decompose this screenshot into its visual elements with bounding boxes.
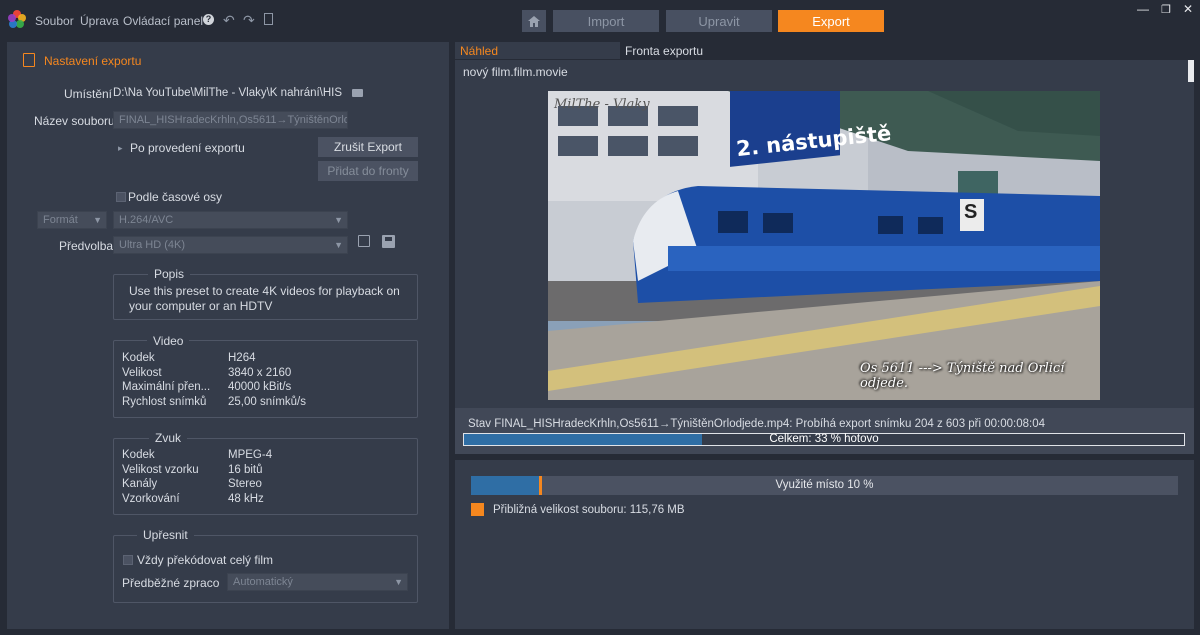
home-icon [528,15,540,27]
video-row: Kodek H264 [122,351,412,366]
timeline-checkbox[interactable] [116,192,126,202]
format-select[interactable]: Formát ▼ [37,211,107,229]
expand-arrow-icon[interactable]: ▸ [118,143,123,154]
format-label: Formát [43,214,78,226]
description-title: Popis [148,267,191,281]
row-key: Kodek [122,352,155,364]
video-row: Maximální přen... 40000 kBit/s [122,380,412,395]
row-value: MPEG-4 [228,449,273,461]
row-value: 25,00 snímků/s [228,395,306,408]
description-text: Use this preset to create 4K videos for … [129,284,400,313]
status-area [455,408,1194,454]
row-value: Stereo [228,478,262,490]
video-row: Velikost 3840 x 2160 [122,366,412,381]
prerender-select[interactable]: Automatický ▼ [227,573,408,591]
document-icon[interactable] [264,13,273,25]
video-table: Kodek H264 Velikost 3840 x 2160 Maximální … [122,351,412,409]
add-to-queue-button[interactable]: Přidat do fronty [318,161,418,181]
audio-table: Kodek MPEG-4 Velikost vzorku 16 bitů Kanál… [122,448,412,506]
tab-export-queue[interactable]: Fronta exportu [620,42,1194,59]
menu-file[interactable]: Soubor [35,14,74,28]
row-key: Kanály [122,478,158,490]
disk-space-bar: Využité místo 10 % [471,476,1178,495]
audio-row: Kanály Stereo [122,477,412,492]
format-value: H.264/AVC [119,214,174,226]
menu-edit[interactable]: Úprava [80,14,119,28]
chevron-down-icon: ▼ [334,215,343,225]
overall-progress-label: Celkem: 33 % hotovo [769,433,879,445]
help-icon[interactable]: ? [203,14,214,25]
location-label: Umístění [64,87,113,101]
format-value-select[interactable]: H.264/AVC ▼ [113,211,348,229]
file-size-label: Přibližná velikost souboru: 115,76 MB [493,504,685,516]
row-value: 48 kHz [228,492,264,505]
section-title: Nastavení exportu [44,54,142,68]
app-logo-icon [7,9,27,29]
filename-label: Název souboru [34,114,115,128]
video-preview-frame: MilThe - Vlaky 2. nástupiště S Os 5611 -… [548,91,1100,400]
edit-button[interactable]: Upravit [666,10,772,32]
cancel-export-button[interactable]: Zrušit Export [318,137,418,157]
chevron-down-icon: ▼ [394,577,403,587]
refine-box [113,535,418,603]
menu-control-panel[interactable]: Ovládací panel [123,14,203,28]
project-name: nový film.film.movie [463,65,568,79]
row-key: Velikost [122,366,162,379]
home-button[interactable] [522,10,546,32]
folder-icon[interactable] [352,89,363,97]
settings-doc-icon [23,53,35,67]
location-value: D:\Na YouTube\MilThe - Vlaky\K nahrání\H… [113,87,343,99]
chevron-down-icon: ▼ [334,240,343,250]
export-button[interactable]: Export [778,10,884,32]
filename-input[interactable]: FINAL_HISHradecKrhln,Os5611→TýništěnOrlo… [113,111,348,129]
preset-label: Předvolba [59,239,114,253]
video-overlay-caption: Os 5611 ---> Týniště nad Orlicí odjede. [860,361,1065,391]
video-row: Rychlost snímků 25,00 snímků/s [122,395,412,410]
row-key: Kodek [122,449,155,461]
scrollbar[interactable] [1188,60,1194,82]
export-status-text: Stav FINAL_HISHradecKrhln,Os5611→Týniště… [468,418,1046,430]
row-value: 3840 x 2160 [228,366,292,379]
tab-preview[interactable]: Náhled [455,42,620,59]
close-icon[interactable]: ✕ [1183,2,1193,16]
row-key: Maximální přen... [122,381,211,393]
row-value: 40000 kBit/s [228,381,292,393]
row-key: Vzorkování [122,492,180,505]
row-value: H264 [228,352,256,364]
watermark-text: MilThe - Vlaky [554,97,650,112]
edit-preset-icon[interactable] [358,235,370,247]
preset-value: Ultra HD (4K) [119,239,186,251]
minimize-icon[interactable]: — [1137,2,1149,16]
audio-row: Kodek MPEG-4 [122,448,412,463]
after-export-label[interactable]: Po provedení exportu [130,141,245,155]
timeline-label: Podle časové osy [128,190,223,204]
restore-icon[interactable]: ❐ [1161,3,1171,16]
undo-icon[interactable]: ↶ [223,12,235,29]
import-button[interactable]: Import [553,10,659,32]
preset-select[interactable]: Ultra HD (4K) ▼ [113,236,348,254]
row-key: Rychlost snímků [122,395,207,408]
audio-row: Velikost vzorku 16 bitů [122,463,412,478]
always-transcode-label: Vždy překódovat celý film [137,553,274,567]
prerender-label: Předběžné zpraco [122,576,220,590]
row-value: 16 bitů [228,463,263,476]
chevron-down-icon: ▼ [93,215,102,225]
overall-progress-bar: Celkem: 33 % hotovo [463,433,1185,446]
always-transcode-checkbox[interactable] [123,555,133,565]
save-preset-icon[interactable] [382,235,395,248]
video-title: Video [147,334,190,348]
row-key: Velikost vzorku [122,463,199,476]
audio-title: Zvuk [149,431,188,445]
file-size-legend-swatch [471,503,484,516]
redo-icon[interactable]: ↷ [243,12,255,29]
prerender-value: Automatický [233,576,293,588]
audio-row: Vzorkování 48 kHz [122,492,412,507]
refine-title: Upřesnit [137,528,194,542]
disk-space-label: Využité místo 10 % [775,479,874,491]
sign-letter: S [964,201,978,223]
